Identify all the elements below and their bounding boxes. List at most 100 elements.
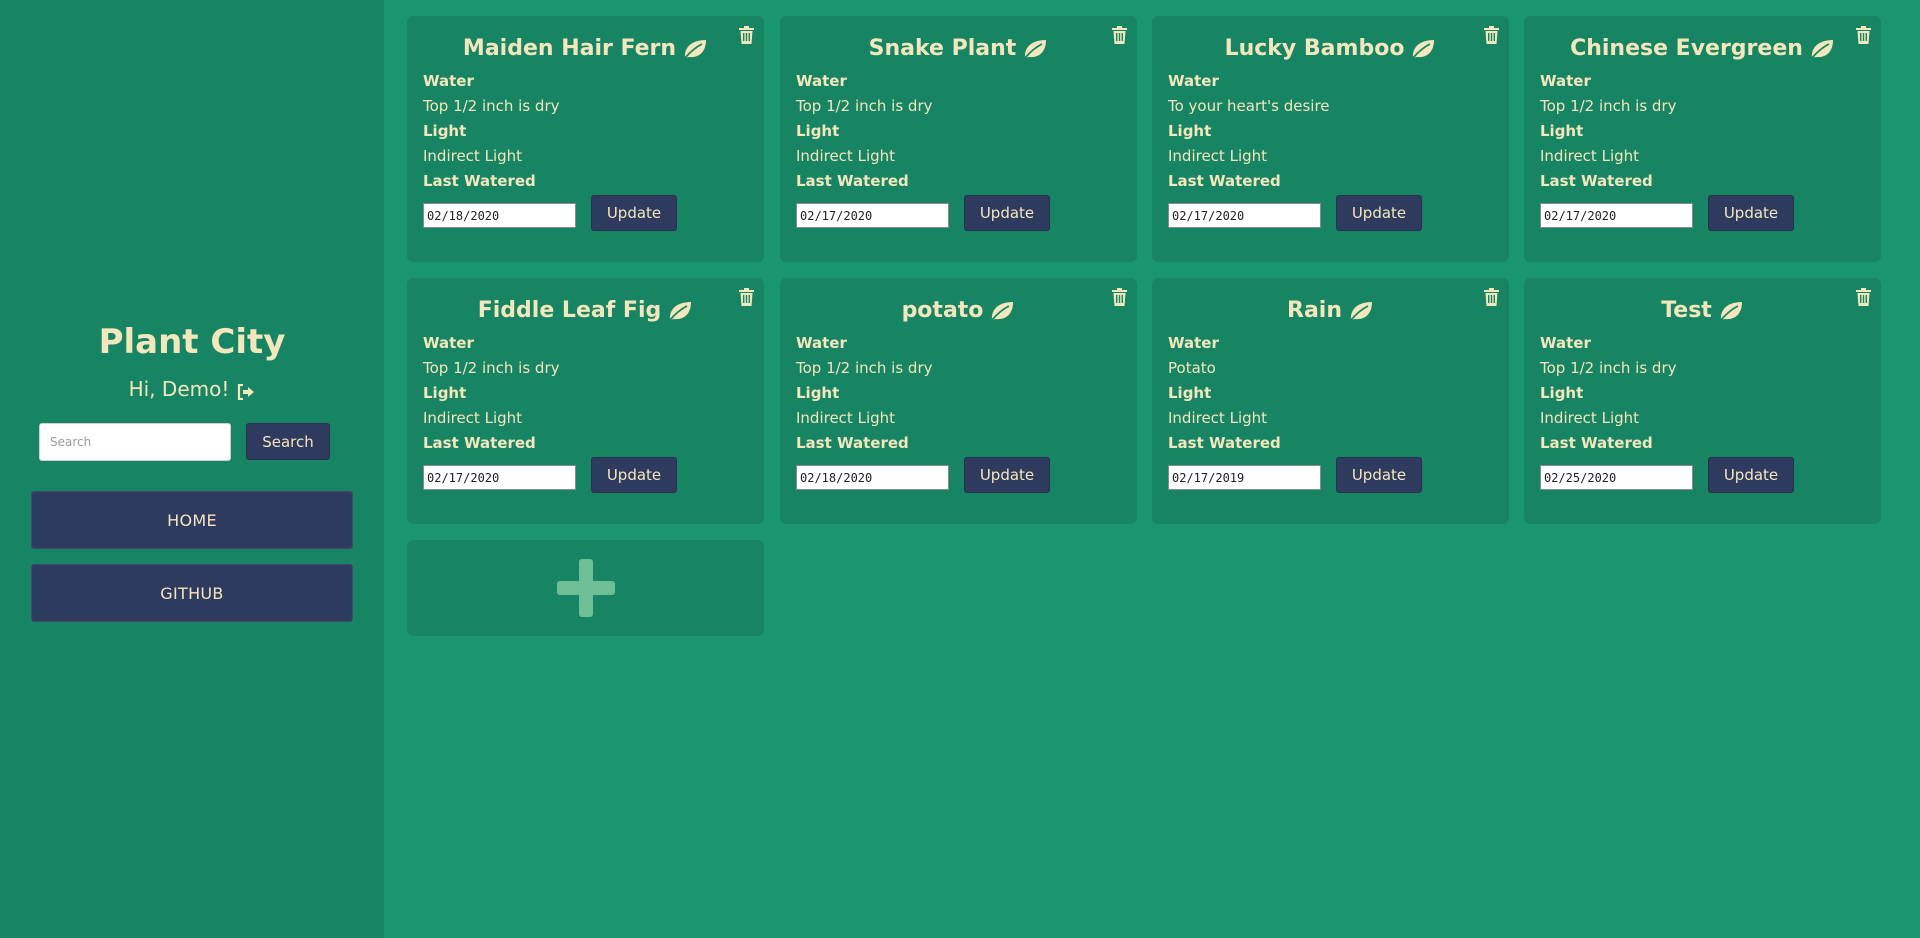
light-label: Light [423, 122, 467, 140]
trash-icon[interactable] [1484, 288, 1499, 306]
app-title: Plant City [98, 322, 286, 362]
water-label: Water [423, 72, 474, 90]
last-watered-label: Last Watered [1168, 172, 1281, 190]
last-watered-label: Last Watered [796, 172, 909, 190]
plant-card: Chinese Evergreen Water Top 1/2 inch is … [1524, 16, 1881, 262]
water-value: Top 1/2 inch is dry [423, 97, 560, 115]
light-label: Light [796, 384, 840, 402]
greeting-text: Hi, Demo! [128, 377, 230, 401]
water-label: Water [423, 334, 474, 352]
plant-name-heading: Fiddle Leaf Fig [407, 298, 764, 323]
sign-out-icon[interactable] [237, 381, 255, 401]
update-button[interactable]: Update [591, 195, 677, 231]
plant-name: Fiddle Leaf Fig [477, 298, 662, 323]
leaf-icon [1022, 38, 1048, 60]
update-button[interactable]: Update [1336, 457, 1422, 493]
light-label: Light [1168, 122, 1212, 140]
nav-home-button[interactable]: HOME [31, 491, 353, 549]
leaf-icon [682, 38, 708, 60]
leaf-icon [667, 300, 693, 322]
light-value: Indirect Light [1540, 409, 1640, 427]
water-label: Water [1540, 334, 1591, 352]
plant-card: Test Water Top 1/2 inch is dry Light Ind… [1524, 278, 1881, 524]
leaf-icon [989, 300, 1015, 322]
last-watered-date-input[interactable]: 02/17/2020 [423, 465, 576, 490]
last-watered-date-input[interactable]: 02/25/2020 [1540, 465, 1693, 490]
plant-name-heading: Lucky Bamboo [1152, 36, 1509, 61]
leaf-icon [1718, 300, 1744, 322]
light-label: Light [796, 122, 840, 140]
search-button[interactable]: Search [246, 423, 330, 460]
plant-name: Test [1661, 298, 1712, 323]
water-value: Potato [1168, 359, 1216, 377]
update-button[interactable]: Update [964, 457, 1050, 493]
light-value: Indirect Light [1168, 147, 1268, 165]
plant-card: potato Water Top 1/2 inch is dry Light I… [780, 278, 1137, 524]
plant-name: Chinese Evergreen [1570, 36, 1803, 61]
leaf-icon [1348, 300, 1374, 322]
plant-name-heading: Snake Plant [780, 36, 1137, 61]
light-value: Indirect Light [1540, 147, 1640, 165]
sidebar: Plant City Hi, Demo! Search HOME GITHUB [0, 0, 384, 938]
trash-icon[interactable] [1112, 26, 1127, 44]
light-value: Indirect Light [423, 409, 523, 427]
plant-name: Maiden Hair Fern [462, 36, 677, 61]
plant-name-heading: Test [1524, 298, 1881, 323]
plus-icon [556, 559, 615, 617]
plant-name: Snake Plant [868, 36, 1017, 61]
plant-name-heading: Chinese Evergreen [1524, 36, 1881, 61]
plant-name: Rain [1287, 298, 1342, 323]
plant-card: Maiden Hair Fern Water Top 1/2 inch is d… [407, 16, 764, 262]
water-value: Top 1/2 inch is dry [1540, 97, 1677, 115]
plant-name-heading: Maiden Hair Fern [407, 36, 764, 61]
water-label: Water [1540, 72, 1591, 90]
update-button[interactable]: Update [1708, 457, 1794, 493]
light-label: Light [423, 384, 467, 402]
last-watered-date-input[interactable]: 02/18/2020 [796, 465, 949, 490]
trash-icon[interactable] [739, 26, 754, 44]
leaf-icon [1809, 38, 1835, 60]
water-value: Top 1/2 inch is dry [796, 359, 933, 377]
search-input[interactable] [39, 423, 231, 461]
plant-card: Rain Water Potato Light Indirect Light L… [1152, 278, 1509, 524]
trash-icon[interactable] [1856, 288, 1871, 306]
last-watered-date-input[interactable]: 02/18/2020 [423, 203, 576, 228]
plant-card: Fiddle Leaf Fig Water Top 1/2 inch is dr… [407, 278, 764, 524]
last-watered-label: Last Watered [1168, 434, 1281, 452]
last-watered-label: Last Watered [796, 434, 909, 452]
plant-name-heading: Rain [1152, 298, 1509, 323]
light-label: Light [1540, 384, 1584, 402]
user-greeting: Hi, Demo! [0, 377, 384, 401]
plant-name: Lucky Bamboo [1224, 36, 1405, 61]
water-value: Top 1/2 inch is dry [423, 359, 560, 377]
last-watered-date-input[interactable]: 02/17/2020 [796, 203, 949, 228]
light-label: Light [1540, 122, 1584, 140]
water-value: To your heart's desire [1168, 97, 1330, 115]
nav-github-button[interactable]: GITHUB [31, 564, 353, 622]
leaf-icon [1410, 38, 1436, 60]
plant-name-heading: potato [780, 298, 1137, 323]
plant-card: Lucky Bamboo Water To your heart's desir… [1152, 16, 1509, 262]
update-button[interactable]: Update [964, 195, 1050, 231]
last-watered-label: Last Watered [423, 172, 536, 190]
update-button[interactable]: Update [1336, 195, 1422, 231]
trash-icon[interactable] [1484, 26, 1499, 44]
light-value: Indirect Light [796, 409, 896, 427]
water-label: Water [1168, 72, 1219, 90]
trash-icon[interactable] [1112, 288, 1127, 306]
last-watered-label: Last Watered [1540, 172, 1653, 190]
trash-icon[interactable] [739, 288, 754, 306]
add-plant-card[interactable] [407, 540, 764, 636]
water-label: Water [1168, 334, 1219, 352]
trash-icon[interactable] [1856, 26, 1871, 44]
last-watered-label: Last Watered [1540, 434, 1653, 452]
last-watered-date-input[interactable]: 02/17/2019 [1168, 465, 1321, 490]
water-value: Top 1/2 inch is dry [796, 97, 933, 115]
last-watered-label: Last Watered [423, 434, 536, 452]
water-label: Water [796, 72, 847, 90]
last-watered-date-input[interactable]: 02/17/2020 [1540, 203, 1693, 228]
update-button[interactable]: Update [591, 457, 677, 493]
water-value: Top 1/2 inch is dry [1540, 359, 1677, 377]
last-watered-date-input[interactable]: 02/17/2020 [1168, 203, 1321, 228]
update-button[interactable]: Update [1708, 195, 1794, 231]
